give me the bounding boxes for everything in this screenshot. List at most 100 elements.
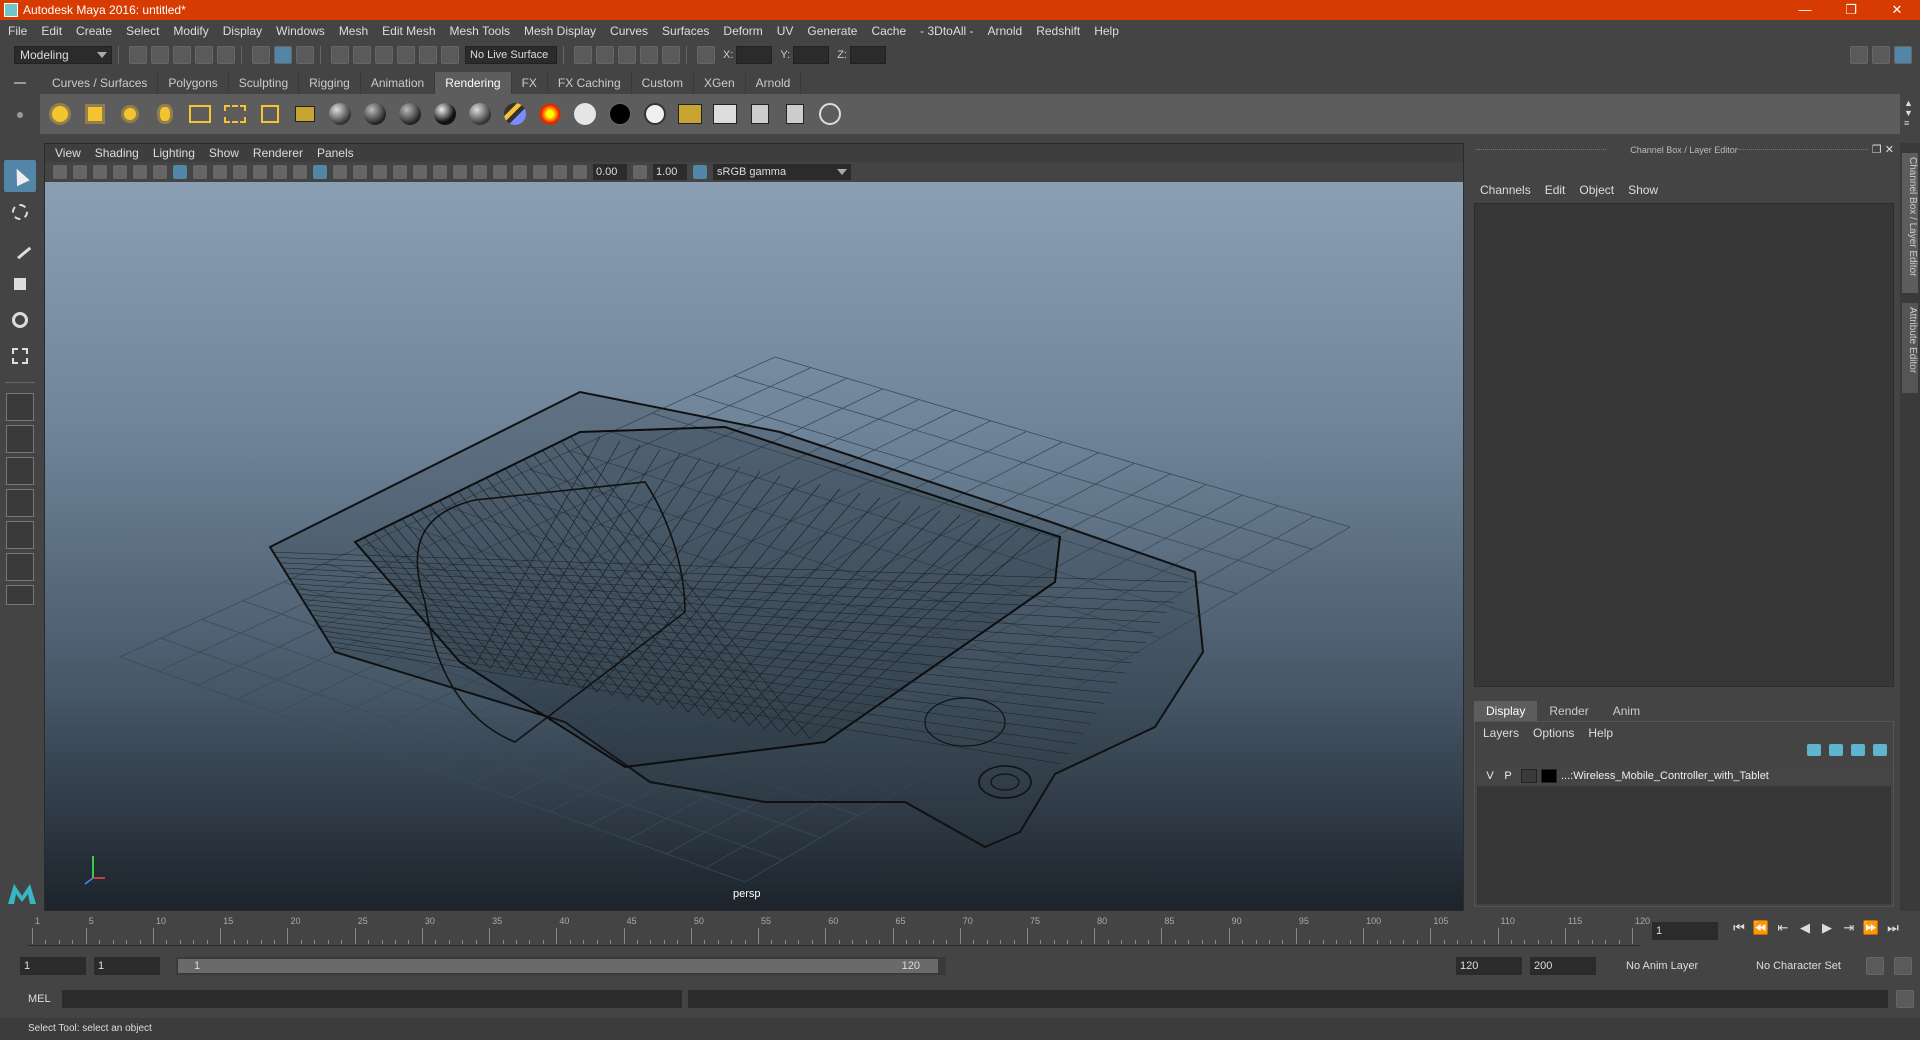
image-plane-icon[interactable] — [113, 165, 127, 179]
cb-menu-channels[interactable]: Channels — [1480, 183, 1531, 197]
render-setup-icon[interactable] — [816, 100, 844, 128]
snap-view-plane-icon[interactable] — [397, 46, 415, 64]
anim-layer-select[interactable]: No Anim Layer — [1622, 957, 1742, 975]
color-management-icon[interactable] — [693, 165, 707, 179]
cb-menu-show[interactable]: Show — [1628, 183, 1658, 197]
shading-map-icon[interactable] — [571, 100, 599, 128]
maximize-button[interactable]: ❐ — [1828, 0, 1874, 20]
menu-cache[interactable]: Cache — [871, 24, 906, 38]
current-frame-field[interactable]: 1 — [1652, 922, 1718, 940]
select-hierarchy-icon[interactable] — [252, 46, 270, 64]
shelf-tab-xgen[interactable]: XGen — [693, 72, 746, 94]
script-editor-icon[interactable] — [1896, 990, 1914, 1008]
step-forward-key-icon[interactable]: ⇥ — [1838, 920, 1860, 936]
menu-arnold[interactable]: Arnold — [988, 24, 1023, 38]
motion-blur-icon[interactable] — [453, 165, 467, 179]
use-background-icon[interactable] — [641, 100, 669, 128]
layer-display-type[interactable] — [1521, 769, 1537, 783]
xray-components-icon[interactable] — [553, 165, 567, 179]
menu-generate[interactable]: Generate — [807, 24, 857, 38]
minimize-button[interactable]: — — [1782, 0, 1828, 20]
gamma-field[interactable]: 1.00 — [653, 164, 687, 180]
auto-key-icon[interactable] — [1866, 957, 1884, 975]
range-slider[interactable]: 1 120 — [176, 957, 946, 975]
resolution-gate-icon[interactable] — [213, 165, 227, 179]
cb-menu-edit[interactable]: Edit — [1545, 183, 1566, 197]
y-field[interactable] — [793, 46, 830, 64]
menu-create[interactable]: Create — [76, 24, 112, 38]
script-language-label[interactable]: MEL — [0, 993, 60, 1005]
animation-end-field[interactable]: 200 — [1530, 957, 1596, 975]
safe-title-icon[interactable] — [293, 165, 307, 179]
single-perspective-layout-icon[interactable] — [6, 393, 34, 421]
exposure-field[interactable]: 0.00 — [593, 164, 627, 180]
select-object-icon[interactable] — [274, 46, 292, 64]
shelf-tab-rendering[interactable]: Rendering — [435, 72, 512, 94]
shelf-scroll[interactable]: ▲ ▼ ≡ — [1904, 98, 1914, 128]
anisotropic-material-icon[interactable] — [466, 100, 494, 128]
le-menu-help[interactable]: Help — [1588, 726, 1613, 740]
layer-tab-display[interactable]: Display — [1474, 701, 1538, 721]
render-frame-icon[interactable] — [596, 46, 614, 64]
menu-select[interactable]: Select — [126, 24, 159, 38]
scale-tool-icon[interactable] — [4, 340, 36, 372]
layered-shader-icon[interactable] — [501, 100, 529, 128]
move-tool-icon[interactable] — [4, 268, 36, 300]
menu-deform[interactable]: Deform — [723, 24, 762, 38]
undo-icon[interactable] — [195, 46, 213, 64]
x-field[interactable] — [736, 46, 773, 64]
shadows-icon[interactable] — [413, 165, 427, 179]
menu-display[interactable]: Display — [223, 24, 262, 38]
wireframe-icon[interactable] — [313, 165, 327, 179]
command-input[interactable] — [62, 990, 682, 1008]
safe-action-icon[interactable] — [273, 165, 287, 179]
layer-visibility-toggle[interactable]: V — [1481, 770, 1499, 782]
grid-icon[interactable] — [173, 165, 187, 179]
layer-tab-anim[interactable]: Anim — [1600, 701, 1653, 721]
menu-help[interactable]: Help — [1094, 24, 1119, 38]
menu-modify[interactable]: Modify — [173, 24, 208, 38]
shelf-tab-curves-surfaces[interactable]: Curves / Surfaces — [42, 72, 159, 94]
go-to-end-icon[interactable]: ⏭ — [1882, 920, 1904, 936]
new-empty-layer-icon[interactable] — [1851, 744, 1865, 756]
character-set-select[interactable]: No Character Set — [1752, 957, 1862, 975]
le-menu-options[interactable]: Options — [1533, 726, 1574, 740]
hypershade-shelf-icon[interactable] — [781, 100, 809, 128]
lasso-tool-icon[interactable] — [4, 196, 36, 228]
shelf-tab-animation[interactable]: Animation — [360, 72, 436, 94]
shelf-tab-arnold[interactable]: Arnold — [745, 72, 802, 94]
range-slider-handle[interactable]: 1 120 — [178, 959, 938, 973]
menu-mesh[interactable]: Mesh — [339, 24, 368, 38]
2d-pan-zoom-icon[interactable] — [133, 165, 147, 179]
step-back-key-icon[interactable]: ⇤ — [1772, 920, 1794, 936]
step-forward-icon[interactable]: ⏩ — [1860, 920, 1882, 936]
persp-outliner-layout-icon[interactable] — [6, 457, 34, 485]
le-menu-layers[interactable]: Layers — [1483, 726, 1519, 740]
viewport-menu-view[interactable]: View — [55, 146, 81, 160]
smooth-shade-icon[interactable] — [333, 165, 347, 179]
paint-select-tool-icon[interactable] — [4, 232, 36, 264]
shelf-tab-sculpting[interactable]: Sculpting — [228, 72, 300, 94]
channel-box-icon[interactable] — [1894, 46, 1912, 64]
camera-aim-icon[interactable] — [256, 100, 284, 128]
layout-menu-icon[interactable] — [6, 585, 34, 605]
move-layer-down-icon[interactable] — [1829, 744, 1843, 756]
drag-handle[interactable] — [1738, 149, 1868, 151]
time-slider-track[interactable]: 1 5 10 15 20 25 30 35 40 45 50 55 60 65 70 75 80 85 90 95 10… — [28, 916, 1650, 946]
shelf-tab-rigging[interactable]: Rigging — [299, 72, 361, 94]
camera-icon[interactable] — [291, 100, 319, 128]
time-slider[interactable]: 1 5 10 15 20 25 30 35 40 45 50 55 60 65 70 75 80 85 90 95 10… — [20, 914, 1650, 946]
magnet-icon[interactable] — [441, 46, 459, 64]
ipr-render-icon[interactable] — [618, 46, 636, 64]
blinn-material-icon[interactable] — [326, 100, 354, 128]
viewport-menu-panels[interactable]: Panels — [317, 146, 354, 160]
render-settings-icon[interactable] — [574, 46, 592, 64]
shelf-tab-custom[interactable]: Custom — [631, 72, 694, 94]
snap-grid-icon[interactable] — [331, 46, 349, 64]
shelf-tab-polygons[interactable]: Polygons — [158, 72, 229, 94]
viewport-menu-shading[interactable]: Shading — [95, 146, 139, 160]
new-scene-icon[interactable] — [129, 46, 147, 64]
play-backwards-icon[interactable]: ◀ — [1794, 920, 1816, 936]
cb-menu-object[interactable]: Object — [1579, 183, 1614, 197]
rotate-tool-icon[interactable] — [4, 304, 36, 336]
